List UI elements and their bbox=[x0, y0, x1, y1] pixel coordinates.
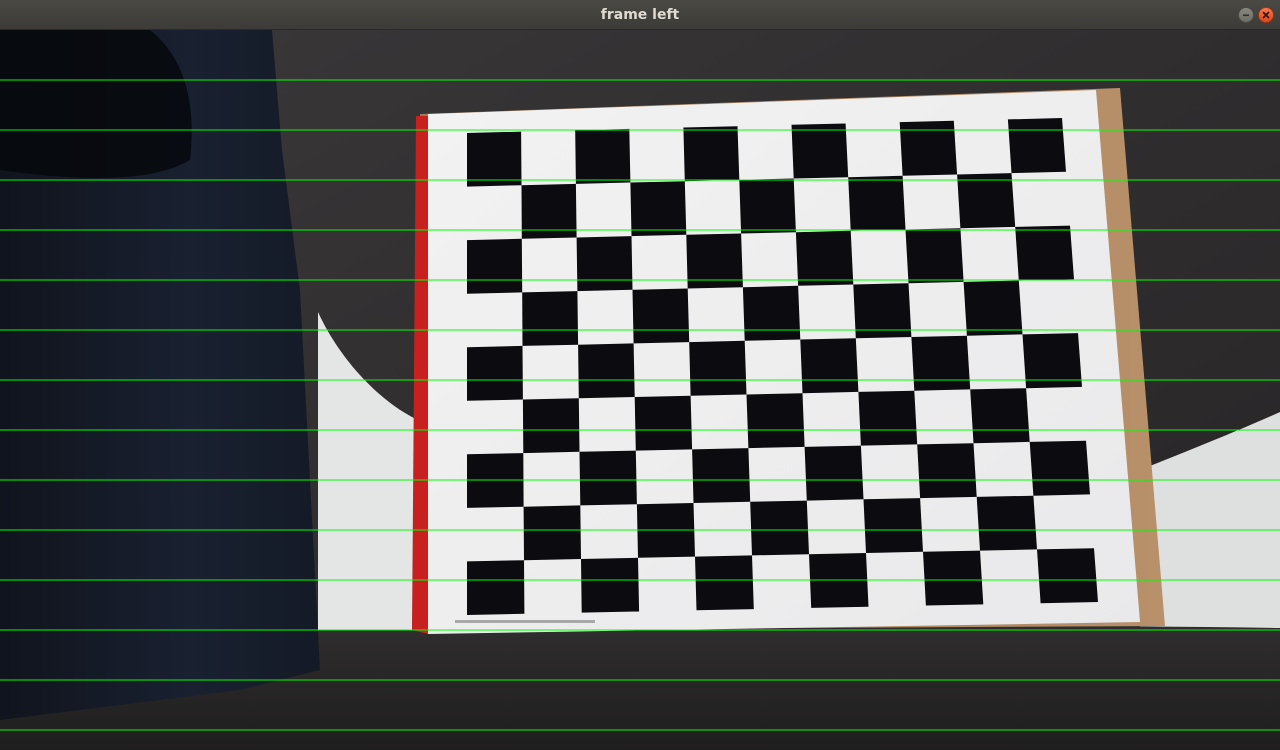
checker-square bbox=[863, 498, 923, 553]
checker-square bbox=[742, 285, 801, 341]
checker-square bbox=[467, 131, 522, 187]
checker-square bbox=[695, 555, 754, 611]
minimize-button[interactable] bbox=[1238, 7, 1254, 23]
checker-square bbox=[467, 345, 523, 401]
checker-square bbox=[578, 343, 635, 399]
checker-square bbox=[575, 128, 631, 184]
close-button[interactable] bbox=[1258, 7, 1274, 23]
legs-shadow bbox=[0, 30, 192, 178]
checker-square bbox=[632, 288, 690, 344]
checker-square bbox=[804, 445, 864, 501]
checker-square bbox=[795, 230, 854, 286]
title-bar[interactable]: frame left bbox=[0, 0, 1280, 30]
camera-frame bbox=[0, 30, 1280, 750]
checker-square bbox=[579, 450, 637, 506]
minimize-icon bbox=[1243, 14, 1249, 17]
opencv-window: frame left bbox=[0, 0, 1280, 750]
checker-square bbox=[911, 335, 971, 391]
close-icon bbox=[1262, 11, 1270, 19]
checker-square bbox=[970, 388, 1030, 444]
checker-square bbox=[848, 175, 906, 231]
checker-square bbox=[858, 390, 918, 446]
checker-square bbox=[746, 393, 805, 449]
checker-square bbox=[963, 280, 1023, 336]
checker-square bbox=[522, 398, 580, 454]
checker-square bbox=[576, 236, 633, 292]
checker-square bbox=[750, 500, 809, 556]
checker-square bbox=[899, 120, 958, 176]
checker-square bbox=[905, 228, 964, 284]
checker-square bbox=[800, 338, 859, 394]
checker-square bbox=[467, 560, 525, 615]
checker-square bbox=[581, 557, 640, 613]
checker-square bbox=[957, 173, 1016, 229]
checker-square bbox=[976, 495, 1037, 551]
checker-square bbox=[917, 443, 977, 499]
window-title: frame left bbox=[600, 7, 680, 23]
checker-square bbox=[522, 291, 579, 346]
checker-square bbox=[692, 448, 751, 503]
checker-square bbox=[634, 395, 693, 451]
checker-square bbox=[791, 123, 849, 179]
checker-square bbox=[1029, 440, 1090, 496]
paper-footer-text bbox=[455, 620, 595, 623]
checker-square bbox=[521, 183, 577, 239]
checker-square bbox=[1015, 225, 1074, 281]
checker-square bbox=[1007, 118, 1066, 174]
camera-frame-image bbox=[0, 30, 1280, 750]
checker-square bbox=[467, 238, 523, 294]
checker-square bbox=[689, 340, 747, 396]
checker-square bbox=[683, 126, 740, 182]
checker-square bbox=[923, 550, 984, 606]
checker-square bbox=[1037, 548, 1098, 604]
checker-square bbox=[739, 178, 796, 234]
checker-square bbox=[630, 181, 687, 237]
checker-square bbox=[523, 505, 581, 561]
